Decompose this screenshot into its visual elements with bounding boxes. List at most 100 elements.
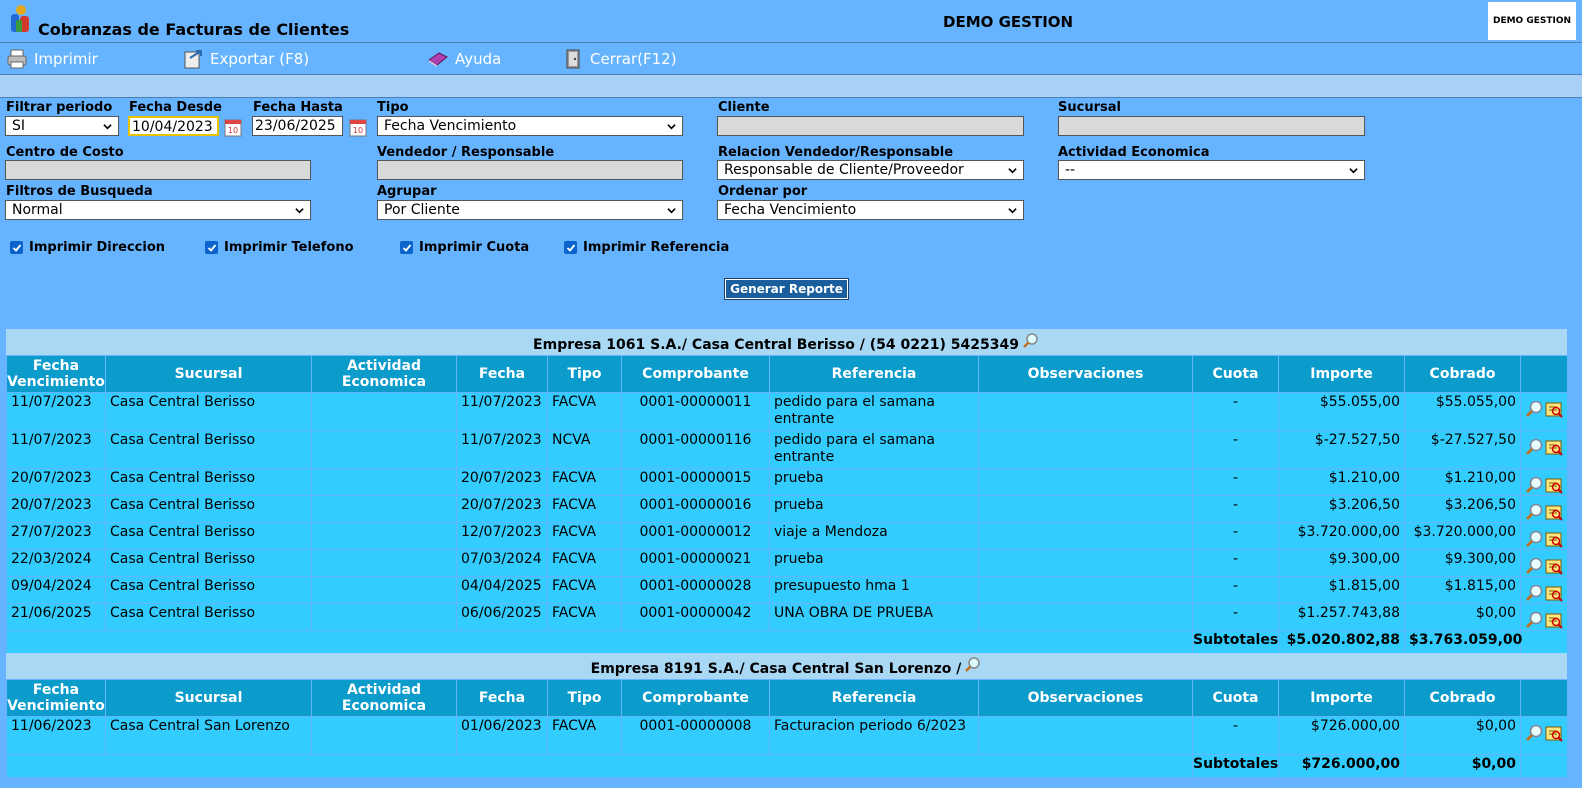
edit-document-icon[interactable] bbox=[1544, 437, 1564, 457]
view-magnifier-icon[interactable] bbox=[1524, 529, 1544, 549]
view-magnifier-icon[interactable] bbox=[1524, 556, 1544, 576]
cell-referencia: prueba bbox=[769, 468, 979, 496]
cell-importe: $726.000,00 bbox=[1278, 716, 1405, 755]
cell-fecha: 12/07/2023 bbox=[456, 522, 548, 550]
row-actions bbox=[1520, 522, 1568, 550]
generate-report-button[interactable]: Generar Reporte bbox=[724, 278, 849, 300]
filtros-busqueda-select[interactable]: Normal bbox=[5, 200, 311, 220]
col-observaciones: Observaciones bbox=[978, 355, 1193, 393]
actividad-select[interactable]: -- bbox=[1058, 160, 1365, 180]
tipo-select[interactable]: Fecha Vencimiento bbox=[377, 116, 683, 136]
checkbox-label: Imprimir Referencia bbox=[583, 240, 730, 255]
cell-observaciones bbox=[978, 430, 1193, 469]
col-sucursal: Sucursal bbox=[105, 355, 312, 393]
edit-document-icon[interactable] bbox=[1544, 610, 1564, 630]
calendar-icon[interactable]: 10 bbox=[348, 116, 370, 138]
vendedor-input[interactable] bbox=[377, 160, 683, 180]
help-book-icon bbox=[428, 52, 448, 67]
cell-sucursal: Casa Central Berisso bbox=[105, 603, 312, 631]
centro-costo-input[interactable] bbox=[5, 160, 311, 180]
svg-text:10: 10 bbox=[353, 126, 363, 135]
view-magnifier-icon[interactable] bbox=[1524, 583, 1544, 603]
imprimir-cuota-checkbox[interactable]: Imprimir Cuota bbox=[400, 240, 529, 255]
ordenar-select[interactable]: Fecha Vencimiento bbox=[717, 200, 1024, 220]
company-name: DEMO GESTION bbox=[943, 13, 1074, 31]
cell-actividad bbox=[311, 495, 457, 523]
table-row: 11/07/2023 Casa Central Berisso 11/07/2023… bbox=[6, 392, 1568, 431]
help-button[interactable]: Ayuda bbox=[427, 47, 501, 71]
view-magnifier-icon[interactable] bbox=[1524, 610, 1544, 630]
group-title: Empresa 1061 S.A./ Casa Central Berisso … bbox=[533, 337, 1019, 353]
cell-cobrado: $-27.527,50 bbox=[1404, 430, 1521, 469]
cliente-input[interactable] bbox=[717, 116, 1024, 136]
chevron-down-icon bbox=[667, 207, 676, 213]
fecha-hasta-input[interactable]: 23/06/2025 bbox=[252, 116, 343, 136]
calendar-icon[interactable]: 10 bbox=[223, 116, 245, 138]
imprimir-referencia-checkbox[interactable]: Imprimir Referencia bbox=[564, 240, 729, 255]
table-row: 22/03/2024 Casa Central Berisso 07/03/2024… bbox=[6, 549, 1568, 577]
row-actions bbox=[1520, 603, 1568, 631]
subtotal-label: Subtotales bbox=[1192, 630, 1279, 654]
view-magnifier-icon[interactable] bbox=[1524, 502, 1544, 522]
agrupar-select[interactable]: Por Cliente bbox=[377, 200, 683, 220]
subtotal-cobrado: $0,00 bbox=[1404, 754, 1521, 778]
edit-document-icon[interactable] bbox=[1544, 529, 1564, 549]
edit-document-icon[interactable] bbox=[1544, 556, 1564, 576]
print-button[interactable]: Imprimir bbox=[6, 47, 98, 71]
page-title: Cobranzas de Facturas de Clientes bbox=[38, 20, 350, 39]
cell-observaciones bbox=[978, 603, 1193, 631]
report-table: Fecha Vencimiento Sucursal Actividad Econo… bbox=[6, 355, 1568, 654]
magnifier-icon[interactable] bbox=[1022, 332, 1040, 350]
cell-comprobante: 0001-00000042 bbox=[621, 603, 770, 631]
fecha-desde-label: Fecha Desde bbox=[129, 100, 222, 115]
col-comprobante: Comprobante bbox=[621, 355, 770, 393]
row-actions bbox=[1520, 549, 1568, 577]
cell-fecha: 20/07/2023 bbox=[456, 468, 548, 496]
imprimir-direccion-checkbox[interactable]: Imprimir Direccion bbox=[10, 240, 165, 255]
imprimir-telefono-checkbox[interactable]: Imprimir Telefono bbox=[205, 240, 354, 255]
fecha-desde-input[interactable]: 10/04/2023 bbox=[128, 116, 219, 136]
export-button[interactable]: Exportar (F8) bbox=[182, 47, 309, 71]
cell-tipo: FACVA bbox=[547, 549, 622, 577]
table-row: 11/06/2023 Casa Central San Lorenzo 01/06/… bbox=[6, 716, 1568, 755]
cell-actividad bbox=[311, 576, 457, 604]
cell-fecha-vencimiento: 27/07/2023 bbox=[6, 522, 106, 550]
subtotal-cobrado: $3.763.059,00 bbox=[1404, 630, 1522, 654]
cell-sucursal: Casa Central Berisso bbox=[105, 549, 312, 577]
view-magnifier-icon[interactable] bbox=[1524, 437, 1544, 457]
cell-observaciones bbox=[978, 468, 1193, 496]
magnifier-icon[interactable] bbox=[964, 656, 982, 674]
edit-document-icon[interactable] bbox=[1544, 583, 1564, 603]
view-magnifier-icon[interactable] bbox=[1524, 399, 1544, 419]
close-door-icon bbox=[566, 49, 580, 69]
relacion-select[interactable]: Responsable de Cliente/Proveedor bbox=[717, 160, 1024, 180]
edit-document-icon[interactable] bbox=[1544, 399, 1564, 419]
col-fecha: Fecha bbox=[456, 679, 548, 717]
edit-document-icon[interactable] bbox=[1544, 502, 1564, 522]
view-magnifier-icon[interactable] bbox=[1524, 723, 1544, 743]
edit-document-icon[interactable] bbox=[1544, 475, 1564, 495]
cell-sucursal: Casa Central Berisso bbox=[105, 392, 312, 431]
cell-sucursal: Casa Central Berisso bbox=[105, 430, 312, 469]
col-tipo: Tipo bbox=[547, 679, 622, 717]
cell-importe: $3.206,50 bbox=[1278, 495, 1405, 523]
view-magnifier-icon[interactable] bbox=[1524, 475, 1544, 495]
cell-observaciones bbox=[978, 549, 1193, 577]
edit-document-icon[interactable] bbox=[1544, 723, 1564, 743]
cell-tipo: NCVA bbox=[547, 430, 622, 469]
centro-costo-label: Centro de Costo bbox=[6, 145, 124, 160]
cell-tipo: FACVA bbox=[547, 603, 622, 631]
sucursal-input[interactable] bbox=[1058, 116, 1365, 136]
chevron-down-icon bbox=[295, 207, 304, 213]
cell-cobrado: $1.815,00 bbox=[1404, 576, 1521, 604]
cell-fecha: 11/07/2023 bbox=[456, 430, 548, 469]
cell-fecha-vencimiento: 22/03/2024 bbox=[6, 549, 106, 577]
cell-cuota: - bbox=[1192, 603, 1279, 631]
cell-cuota: - bbox=[1192, 468, 1279, 496]
table-row: 20/07/2023 Casa Central Berisso 20/07/2023… bbox=[6, 495, 1568, 523]
close-button[interactable]: Cerrar(F12) bbox=[562, 47, 677, 71]
col-cobrado: Cobrado bbox=[1404, 355, 1521, 393]
cell-referencia: pedido para el samana entrante bbox=[769, 392, 979, 431]
cell-comprobante: 0001-00000028 bbox=[621, 576, 770, 604]
filtrar-periodo-select[interactable]: SI bbox=[5, 116, 119, 136]
